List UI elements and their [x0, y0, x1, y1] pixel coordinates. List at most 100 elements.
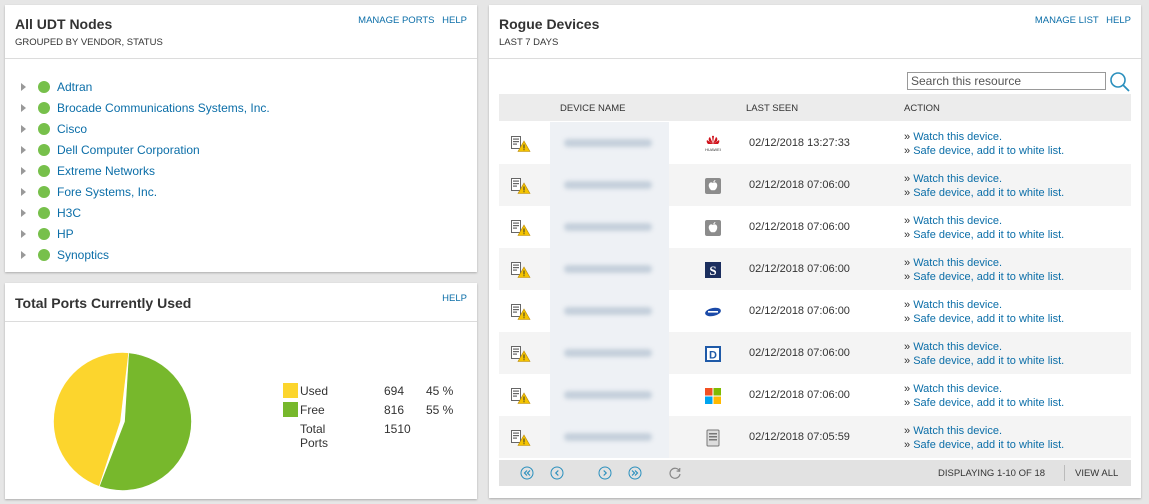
first-page-icon[interactable] — [520, 466, 534, 480]
vendor-link[interactable]: Dell Computer Corporation — [57, 143, 200, 157]
expand-icon[interactable] — [21, 250, 26, 259]
safe-device-link[interactable]: Safe device, add it to white list. — [913, 271, 1064, 283]
huawei-logo-icon: HUAWEI — [704, 135, 722, 153]
pie-svg — [53, 352, 192, 491]
bullet-marker: » — [904, 397, 914, 409]
expand-icon[interactable] — [21, 208, 26, 217]
s-logo-icon: S — [704, 261, 722, 279]
table-row: HUAWEI 02/12/2018 13:27:33 » Watch this de… — [499, 122, 1131, 164]
vendor-item[interactable]: Brocade Communications Systems, Inc. — [21, 97, 270, 118]
expand-icon[interactable] — [21, 166, 26, 175]
column-header-action: ACTION — [904, 103, 940, 114]
panel-links: HELP — [437, 293, 467, 304]
vendor-item[interactable]: Adtran — [21, 76, 270, 97]
watch-device-link[interactable]: Watch this device. — [913, 215, 1002, 227]
legend-label: Used — [300, 384, 329, 398]
manage-ports-link[interactable]: MANAGE PORTS — [358, 15, 434, 26]
expand-icon[interactable] — [21, 103, 26, 112]
vendor-item[interactable]: Synoptics — [21, 244, 270, 265]
status-up-icon — [38, 122, 50, 135]
legend-label: Free — [300, 403, 325, 417]
last-seen-time: 02/12/2018 07:05:59 — [749, 431, 850, 443]
vendor-item[interactable]: Fore Systems, Inc. — [21, 181, 270, 202]
vendor-item[interactable]: Dell Computer Corporation — [21, 139, 270, 160]
safe-device-link[interactable]: Safe device, add it to white list. — [913, 145, 1064, 157]
bullet-marker: » — [904, 383, 914, 395]
watch-device-link[interactable]: Watch this device. — [913, 131, 1002, 143]
vendor-link[interactable]: Brocade Communications Systems, Inc. — [57, 101, 270, 115]
device-name-redacted — [550, 248, 669, 290]
watch-device-link[interactable]: Watch this device. — [913, 383, 1002, 395]
vendor-link[interactable]: HP — [57, 227, 74, 241]
table-row: 02/12/2018 07:05:59» Watch this device.»… — [499, 416, 1131, 458]
watch-device-link[interactable]: Watch this device. — [913, 341, 1002, 353]
legend-swatch-used — [283, 383, 298, 398]
expand-icon[interactable] — [21, 82, 26, 91]
last-page-icon[interactable] — [628, 466, 642, 480]
expand-icon[interactable] — [21, 229, 26, 238]
panel-title: All UDT Nodes — [15, 16, 113, 32]
pager-bar: DISPLAYING 1-10 OF 18 VIEW ALL — [499, 460, 1131, 486]
bullet-marker: » — [904, 313, 914, 325]
safe-device-link[interactable]: Safe device, add it to white list. — [913, 187, 1064, 199]
column-header-device-name[interactable]: DEVICE NAME — [560, 103, 625, 114]
view-all-link[interactable]: VIEW ALL — [1075, 468, 1118, 479]
search-icon[interactable] — [1109, 71, 1131, 93]
safe-device-link[interactable]: Safe device, add it to white list. — [913, 355, 1064, 367]
device-name-redacted — [550, 206, 669, 248]
vendor-link[interactable]: Synoptics — [57, 248, 109, 262]
vendor-link[interactable]: Fore Systems, Inc. — [57, 185, 157, 199]
manage-list-link[interactable]: MANAGE LIST — [1035, 15, 1099, 26]
column-header-last-seen[interactable]: LAST SEEN — [746, 103, 798, 114]
action-links: » Watch this device.» Safe device, add i… — [904, 340, 1064, 368]
rogue-warning-icon — [511, 178, 531, 199]
help-link[interactable]: HELP — [1106, 15, 1131, 26]
vendor-item[interactable]: H3C — [21, 202, 270, 223]
action-links: » Watch this device.» Safe device, add i… — [904, 130, 1064, 158]
safe-device-link[interactable]: Safe device, add it to white list. — [913, 229, 1064, 241]
device-name-redacted — [550, 374, 669, 416]
legend-value: 816 — [384, 403, 405, 417]
vendor-item[interactable]: Cisco — [21, 118, 270, 139]
expand-icon[interactable] — [21, 187, 26, 196]
vendor-link[interactable]: Adtran — [57, 80, 92, 94]
refresh-icon[interactable] — [668, 466, 682, 480]
safe-device-link[interactable]: Safe device, add it to white list. — [913, 397, 1064, 409]
last-seen-time: 02/12/2018 07:06:00 — [749, 263, 850, 275]
help-link[interactable]: HELP — [442, 15, 467, 26]
watch-device-link[interactable]: Watch this device. — [913, 257, 1002, 269]
action-links: » Watch this device.» Safe device, add i… — [904, 382, 1064, 410]
help-link[interactable]: HELP — [442, 293, 467, 304]
vendor-link[interactable]: Cisco — [57, 122, 87, 136]
vendor-link[interactable]: H3C — [57, 206, 81, 220]
device-name-redacted — [550, 122, 669, 164]
d-logo-icon: D — [704, 345, 722, 363]
vendor-item[interactable]: HP — [21, 223, 270, 244]
safe-device-link[interactable]: Safe device, add it to white list. — [913, 439, 1064, 451]
watch-device-link[interactable]: Watch this device. — [913, 425, 1002, 437]
vendor-link[interactable]: Extreme Networks — [57, 164, 155, 178]
device-name-redacted — [550, 416, 669, 458]
next-page-icon[interactable] — [598, 466, 612, 480]
previous-page-icon[interactable] — [550, 466, 564, 480]
panel-title: Total Ports Currently Used — [15, 295, 192, 311]
watch-device-link[interactable]: Watch this device. — [913, 299, 1002, 311]
last-seen-time: 02/12/2018 07:06:00 — [749, 347, 850, 359]
vendor-tree: Adtran Brocade Communications Systems, In… — [21, 76, 270, 265]
svg-text:HUAWEI: HUAWEI — [705, 147, 721, 152]
watch-device-link[interactable]: Watch this device. — [913, 173, 1002, 185]
rogue-warning-icon — [511, 220, 531, 241]
total-ports-panel: Total Ports Currently Used HELP Used 694… — [5, 283, 477, 499]
vendor-item[interactable]: Extreme Networks — [21, 160, 270, 181]
safe-device-link[interactable]: Safe device, add it to white list. — [913, 313, 1064, 325]
svg-text:D: D — [709, 350, 717, 362]
expand-icon[interactable] — [21, 145, 26, 154]
bullet-marker: » — [904, 425, 914, 437]
bullet-marker: » — [904, 271, 914, 283]
rogue-warning-icon — [511, 136, 531, 157]
last-seen-time: 02/12/2018 13:27:33 — [749, 137, 850, 149]
table-row: S 02/12/2018 07:06:00 » Watch this device.… — [499, 248, 1131, 290]
search-input[interactable] — [907, 72, 1106, 90]
expand-icon[interactable] — [21, 124, 26, 133]
table-row: 02/12/2018 07:06:00» Watch this device.»… — [499, 374, 1131, 416]
